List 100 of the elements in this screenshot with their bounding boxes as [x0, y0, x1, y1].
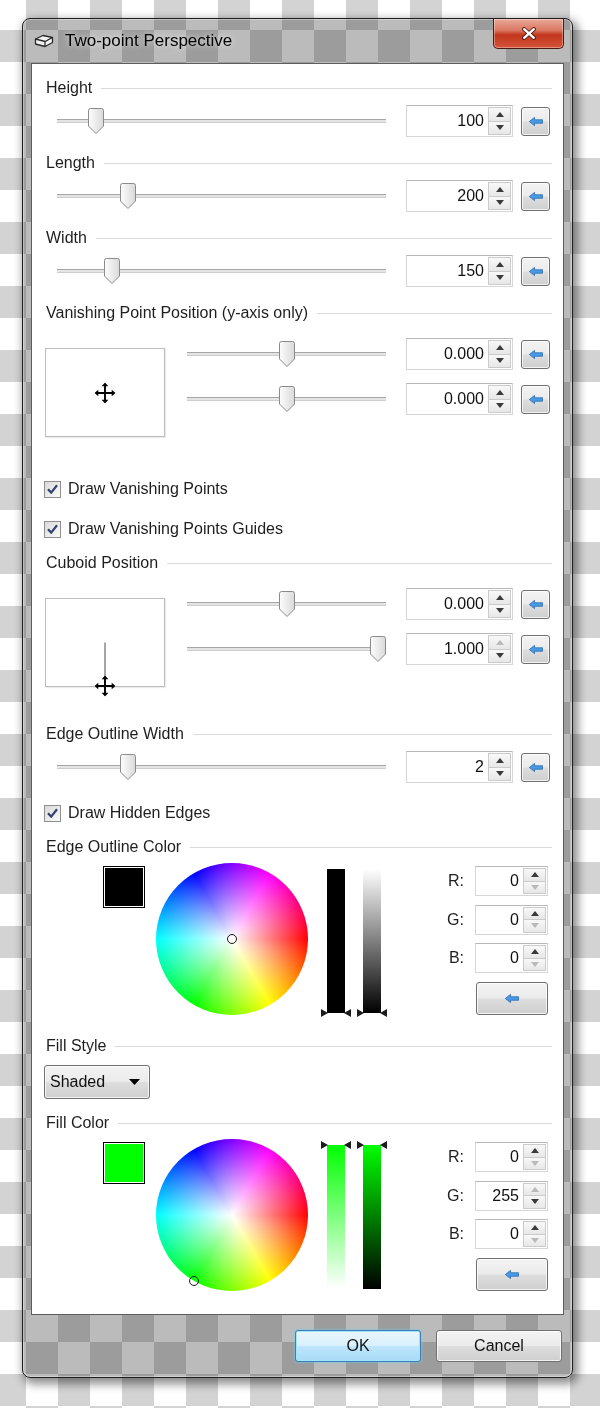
- slider-thumb[interactable]: [278, 386, 295, 412]
- spin-up-button[interactable]: [523, 906, 546, 920]
- slider-thumb[interactable]: [321, 1141, 351, 1149]
- up-triangle-icon: [495, 389, 504, 395]
- checkbox[interactable]: [44, 804, 61, 822]
- number-field[interactable]: 0.000: [406, 338, 513, 370]
- left-arrow-icon: [528, 762, 543, 772]
- slider-thumb[interactable]: [357, 1009, 387, 1017]
- up-triangle-icon: [530, 1148, 539, 1154]
- up-triangle-icon: [530, 872, 539, 878]
- slider-thumb[interactable]: [278, 341, 295, 367]
- spin-up-button[interactable]: [488, 753, 511, 768]
- spin-up-button[interactable]: [523, 868, 546, 882]
- down-triangle-icon: [495, 403, 504, 409]
- number-field[interactable]: 1.000: [406, 633, 513, 665]
- checkmark-icon: [47, 524, 58, 534]
- reset-button[interactable]: [476, 981, 548, 1015]
- slider-thumb[interactable]: [370, 636, 386, 662]
- number-field[interactable]: 100: [406, 105, 513, 137]
- cube-icon: [34, 34, 54, 48]
- number-field[interactable]: 0: [475, 904, 548, 935]
- channel-label: G:: [447, 910, 464, 929]
- number-field[interactable]: 0: [475, 943, 548, 973]
- channel-label: G:: [447, 1186, 464, 1205]
- section-label: Length: [46, 153, 95, 173]
- cancel-button[interactable]: Cancel: [436, 1330, 562, 1362]
- checkmark-icon: [47, 808, 58, 818]
- channel-label: B:: [448, 1225, 464, 1243]
- checkbox[interactable]: [44, 520, 61, 538]
- spin-up-button[interactable]: [488, 590, 511, 605]
- number-field[interactable]: 200: [406, 180, 513, 212]
- down-triangle-icon: [495, 608, 504, 614]
- number-field[interactable]: 0: [475, 1142, 548, 1172]
- reset-button[interactable]: [521, 106, 550, 136]
- checkbox-label[interactable]: Draw Hidden Edges: [68, 804, 211, 822]
- reset-button[interactable]: [521, 752, 550, 782]
- up-triangle-icon: [530, 949, 539, 955]
- spin-up-button[interactable]: [488, 182, 511, 197]
- slider-thumb[interactable]: [103, 258, 120, 284]
- spin-up-button[interactable]: [488, 107, 511, 122]
- up-triangle-icon: [530, 910, 539, 916]
- up-triangle-icon: [495, 594, 504, 600]
- slider-thumb[interactable]: [278, 591, 295, 617]
- reset-button[interactable]: [521, 339, 550, 369]
- slider-thumb[interactable]: [357, 1141, 387, 1149]
- spin-up-button[interactable]: [488, 340, 511, 355]
- reset-button[interactable]: [521, 589, 550, 619]
- caret-icon: [129, 1079, 140, 1085]
- reset-button[interactable]: [521, 384, 550, 414]
- window-title: Two-point Perspective: [65, 31, 233, 51]
- channel-label: B:: [448, 949, 464, 967]
- down-triangle-icon: [530, 923, 539, 929]
- number-field[interactable]: 0.000: [406, 383, 513, 415]
- slider-thumb[interactable]: [321, 1009, 351, 1017]
- section-label: Height: [46, 78, 93, 98]
- spin-up-button[interactable]: [523, 1221, 546, 1235]
- spin-up-button[interactable]: [523, 1144, 546, 1158]
- spin-up-button[interactable]: [523, 945, 546, 959]
- spin-up-button[interactable]: [488, 385, 511, 400]
- left-arrow-icon: [528, 191, 543, 201]
- section-label: Fill Color: [46, 1113, 110, 1133]
- reset-button[interactable]: [521, 181, 550, 211]
- down-triangle-icon: [530, 961, 539, 967]
- up-triangle-icon: [495, 111, 504, 117]
- number-field[interactable]: 150: [406, 255, 513, 287]
- spin-up-button[interactable]: [488, 257, 511, 272]
- down-triangle-icon: [495, 200, 504, 206]
- number-field[interactable]: 0.000: [406, 588, 513, 620]
- close-button[interactable]: [493, 19, 564, 49]
- slider-thumb[interactable]: [119, 183, 136, 209]
- checkmark-icon: [47, 484, 58, 494]
- checkbox[interactable]: [44, 480, 61, 498]
- down-triangle-icon: [495, 771, 504, 777]
- left-arrow-icon: [528, 394, 543, 404]
- close-icon: [520, 27, 537, 40]
- spin-down-button[interactable]: [523, 1196, 546, 1209]
- reset-button[interactable]: [521, 634, 550, 664]
- section-label: Width: [46, 228, 87, 248]
- checkbox-label[interactable]: Draw Vanishing Points: [68, 480, 228, 498]
- number-field[interactable]: 255: [475, 1180, 548, 1211]
- up-triangle-icon: [495, 344, 504, 350]
- checkbox-label[interactable]: Draw Vanishing Points Guides: [68, 520, 283, 538]
- left-arrow-icon: [528, 266, 543, 276]
- down-triangle-icon: [495, 653, 504, 659]
- up-triangle-icon: [530, 1186, 539, 1192]
- slider-thumb[interactable]: [119, 754, 136, 780]
- channel-label: R:: [448, 1148, 464, 1166]
- dropdown[interactable]: Shaded: [44, 1065, 150, 1099]
- up-triangle-icon: [495, 639, 504, 645]
- section-label: Edge Outline Color: [46, 837, 182, 857]
- section-label: Fill Style: [46, 1036, 107, 1056]
- number-field[interactable]: 0: [475, 1219, 548, 1249]
- number-field[interactable]: 2: [406, 751, 513, 783]
- ok-button[interactable]: OK: [295, 1330, 421, 1362]
- down-triangle-icon: [495, 358, 504, 364]
- number-field[interactable]: 0: [475, 866, 548, 896]
- reset-button[interactable]: [521, 256, 550, 286]
- slider-thumb[interactable]: [88, 108, 105, 134]
- reset-button[interactable]: [476, 1257, 548, 1291]
- up-triangle-icon: [530, 1225, 539, 1231]
